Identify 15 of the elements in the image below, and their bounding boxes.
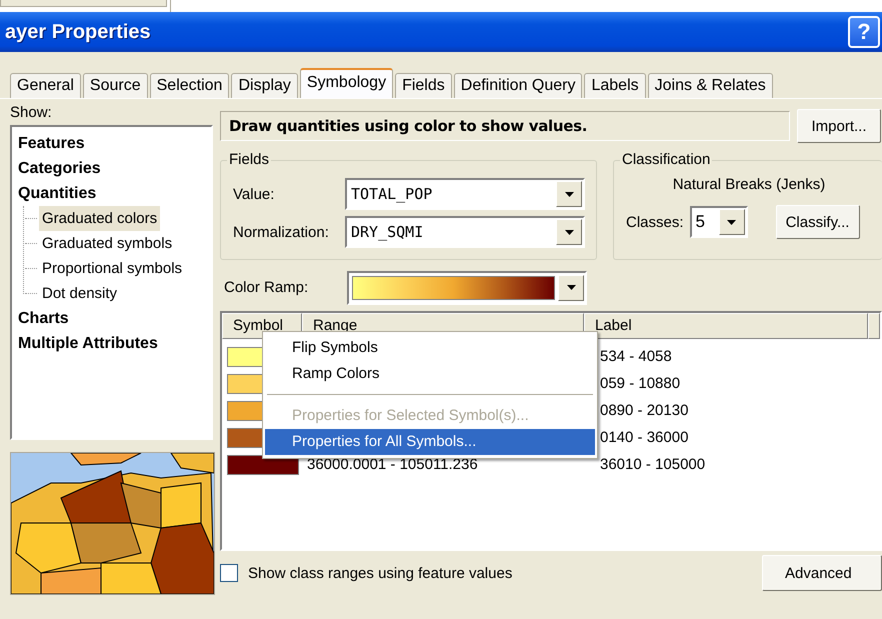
field-label: Value: xyxy=(233,186,276,202)
label-cell-text: 0140 - 36000 xyxy=(599,429,688,446)
method-text: Natural Breaks (Jenks) xyxy=(672,175,826,195)
description-text: Draw quantities using color to show values. xyxy=(220,111,790,141)
field-label: Classes: xyxy=(626,214,684,230)
label-cell-text: 0890 - 20130 xyxy=(599,402,688,419)
label-cell-text: 059 - 10880 xyxy=(599,375,680,392)
range-cell-text: 36000.0001 - 105011.236 xyxy=(306,456,478,473)
show-label: Show: xyxy=(10,104,52,122)
checkbox-label: Show class ranges using feature values xyxy=(248,564,512,582)
window-title: ayer Properties xyxy=(5,20,151,44)
label-cell-text: 534 - 4058 xyxy=(599,348,672,365)
label-cell-text: 36010 - 105000 xyxy=(599,456,706,473)
field-label: Color Ramp: xyxy=(224,279,310,296)
field-label: Normalization: xyxy=(233,224,330,240)
